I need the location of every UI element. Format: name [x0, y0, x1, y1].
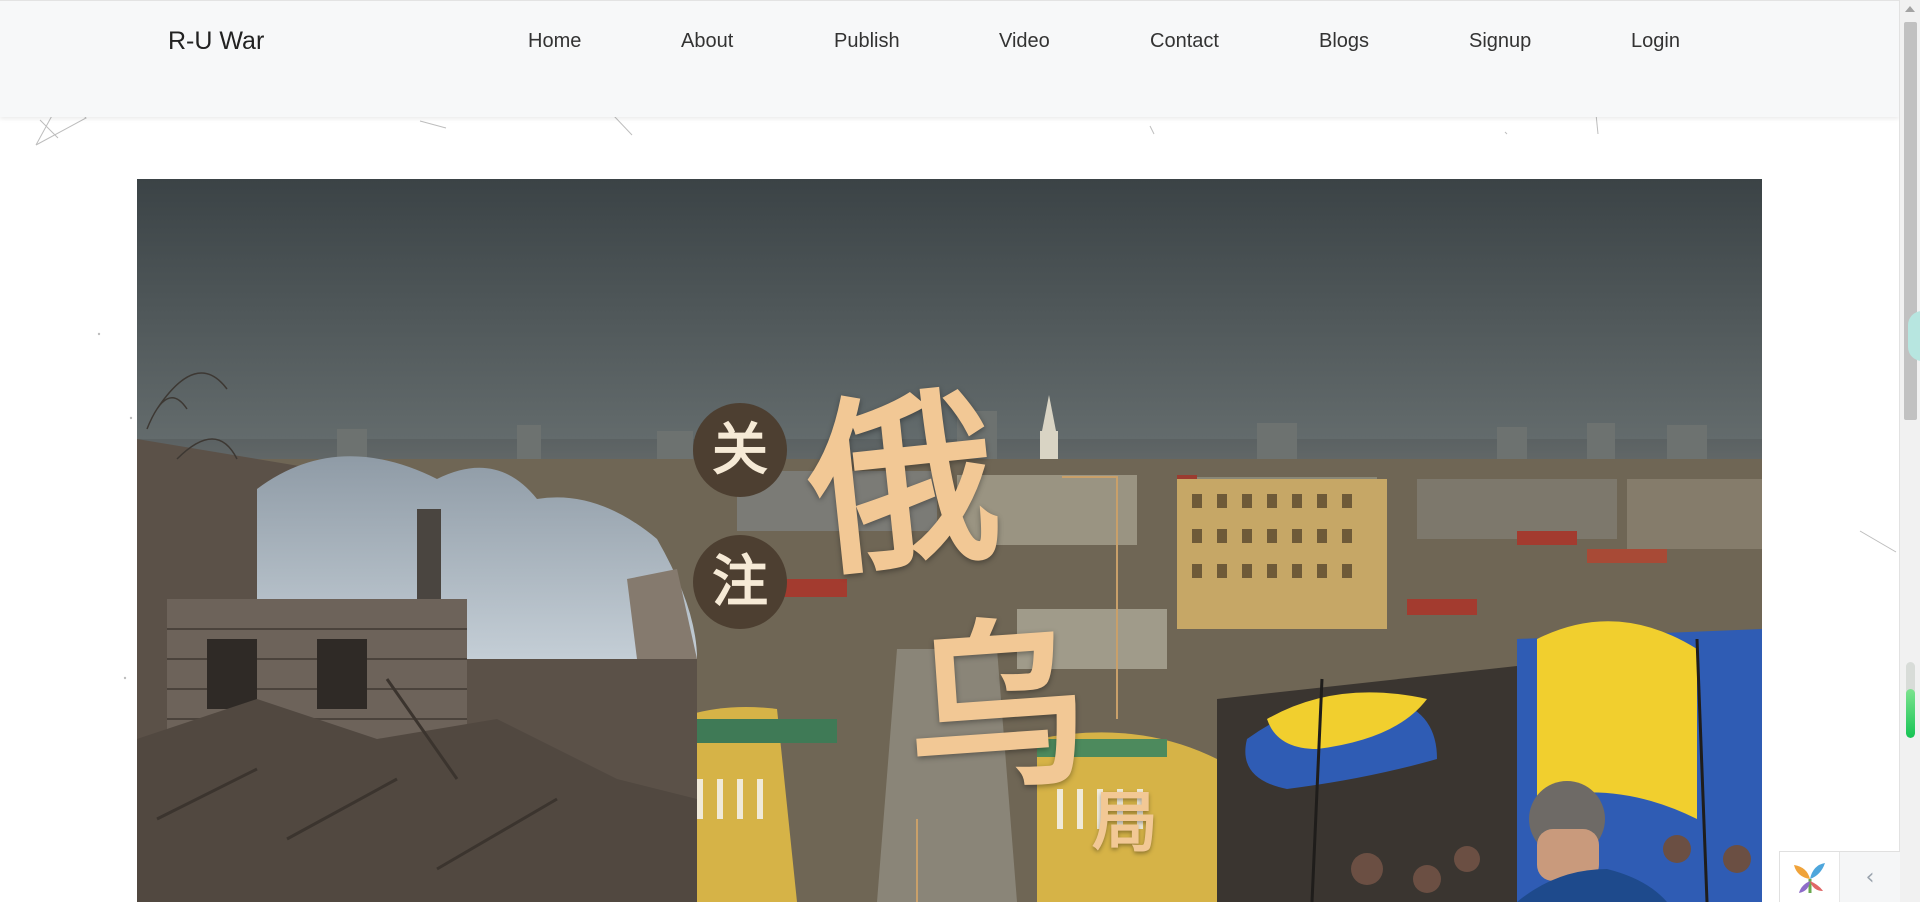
particle-line: [1595, 113, 1599, 135]
nav-link-publish[interactable]: Publish: [834, 30, 900, 53]
badge-char: 关: [712, 417, 768, 483]
navbar: R-U War Home About Publish Video Contact…: [0, 0, 1899, 117]
scroll-up-arrow-icon[interactable]: [1905, 6, 1915, 12]
yellow-tower-building: [1177, 479, 1387, 629]
brand-link[interactable]: R-U War: [168, 27, 264, 56]
colorful-leaf-logo-icon: [1793, 862, 1825, 893]
particle-line: [1149, 125, 1155, 135]
particle-line: [1859, 530, 1897, 553]
page: R-U War Home About Publish Video Contact…: [0, 0, 1920, 902]
hero-banner: 关 注 俄 乌 局: [137, 179, 1762, 902]
nav-link-login[interactable]: Login: [1631, 30, 1680, 53]
side-progress-bar: [1906, 662, 1915, 738]
badge-char: 注: [712, 549, 768, 615]
particle-dot: [97, 332, 101, 336]
title-char: 俄: [797, 364, 1008, 605]
nav-link-signup[interactable]: Signup: [1469, 30, 1531, 53]
particle-line: [1504, 131, 1508, 135]
side-char: 局: [1092, 783, 1158, 861]
edge-floating-bubble[interactable]: [1908, 311, 1920, 361]
nav-link-about[interactable]: About: [681, 30, 733, 53]
nav-link-blogs[interactable]: Blogs: [1319, 30, 1369, 53]
corner-widget: ‹: [1779, 851, 1900, 902]
nav-link-contact[interactable]: Contact: [1150, 30, 1219, 53]
nav-link-video[interactable]: Video: [999, 30, 1050, 53]
nav-link-home[interactable]: Home: [528, 30, 581, 53]
badge-circle: 关: [693, 403, 787, 497]
chevron-left-icon[interactable]: ‹: [1839, 852, 1900, 902]
scrollbar-thumb[interactable]: [1904, 22, 1917, 420]
page-scrollbar[interactable]: [1899, 0, 1920, 902]
particle-line: [419, 120, 447, 129]
ruined-building: [137, 372, 697, 902]
particle-dot: [129, 416, 133, 420]
side-progress-fill: [1906, 688, 1915, 738]
particle-dot: [123, 676, 127, 680]
badge-circle: 注: [693, 535, 787, 629]
title-char: 乌: [899, 596, 1095, 821]
widget-logo-button[interactable]: [1780, 852, 1839, 902]
particle-line: [613, 115, 633, 136]
